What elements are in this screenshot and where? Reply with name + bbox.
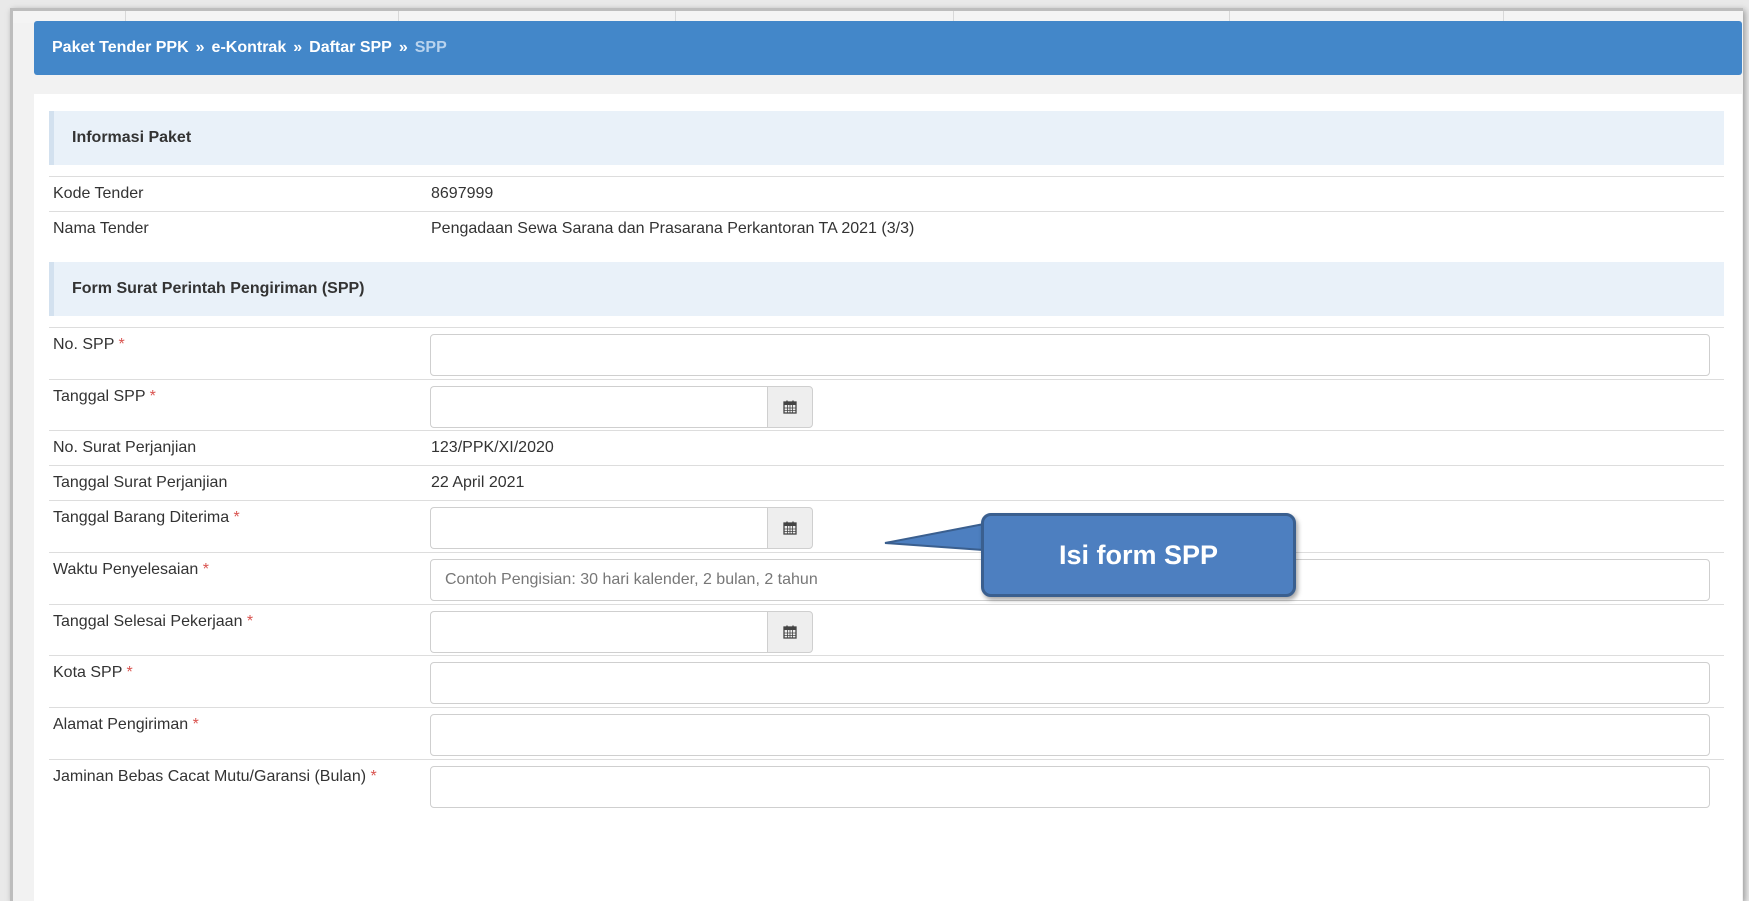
label-nama-tender: Nama Tender	[53, 220, 149, 237]
content-panel: Informasi Paket Kode Tender 8697999 Nama…	[34, 94, 1742, 901]
label-waktu-penyelesaian: Waktu Penyelesaian *	[53, 561, 209, 578]
tanggal-spp-calendar-button[interactable]	[767, 386, 813, 428]
tanggal-selesai-pekerjaan-calendar-button[interactable]	[767, 611, 813, 653]
label-tanggal-barang-diterima: Tanggal Barang Diterima *	[53, 509, 240, 526]
required-mark: *	[246, 613, 254, 630]
value-tanggal-surat-perjanjian: 22 April 2021	[431, 474, 525, 491]
kota-spp-input[interactable]	[430, 662, 1710, 704]
label-no-surat-perjanjian: No. Surat Perjanjian	[53, 439, 197, 456]
required-mark: *	[118, 336, 125, 353]
tanggal-spp-input[interactable]	[430, 386, 768, 428]
callout-text: Isi form SPP	[1058, 539, 1219, 570]
required-mark: *	[202, 561, 209, 578]
row-jaminan-garansi: Jaminan Bebas Cacat Mutu/Garansi (Bulan)…	[49, 759, 1724, 811]
row-alamat-pengiriman: Alamat Pengiriman *	[49, 707, 1724, 759]
label-tanggal-selesai-pekerjaan: Tanggal Selesai Pekerjaan *	[53, 613, 254, 630]
section-form-spp: Form Surat Perintah Pengiriman (SPP)	[49, 262, 1724, 316]
tanggal-barang-diterima-calendar-button[interactable]	[767, 507, 813, 549]
label-no-spp: No. SPP *	[53, 336, 125, 353]
label-tanggal-surat-perjanjian: Tanggal Surat Perjanjian	[53, 474, 228, 491]
alamat-pengiriman-input[interactable]	[430, 714, 1710, 756]
breadcrumb-current-spp: SPP	[414, 39, 447, 56]
row-tanggal-spp: Tanggal SPP *	[49, 379, 1724, 430]
breadcrumb-e-kontrak[interactable]: e-Kontrak	[212, 39, 287, 57]
label-kota-spp: Kota SPP *	[53, 664, 133, 681]
breadcrumb: Paket Tender PPK » e-Kontrak » Daftar SP…	[34, 21, 1742, 75]
required-mark: *	[192, 716, 199, 733]
required-mark: *	[126, 664, 133, 681]
tanggal-spp-datepicker	[430, 386, 813, 428]
breadcrumb-separator: »	[195, 39, 205, 56]
label-jaminan-garansi: Jaminan Bebas Cacat Mutu/Garansi (Bulan)…	[53, 768, 377, 785]
section-title: Informasi Paket	[72, 129, 192, 146]
tanggal-selesai-pekerjaan-input[interactable]	[430, 611, 768, 653]
row-no-surat-perjanjian: No. Surat Perjanjian 123/PPK/XI/2020	[49, 430, 1724, 465]
breadcrumb-separator: »	[293, 39, 303, 56]
value-kode-tender: 8697999	[431, 185, 494, 202]
required-mark: *	[370, 768, 377, 785]
tanggal-barang-diterima-datepicker	[430, 507, 813, 549]
breadcrumb-separator: »	[398, 39, 408, 56]
jaminan-garansi-input[interactable]	[430, 766, 1710, 808]
row-no-spp: No. SPP *	[49, 327, 1724, 379]
row-kode-tender: Kode Tender 8697999	[49, 176, 1724, 211]
row-tanggal-surat-perjanjian: Tanggal Surat Perjanjian 22 April 2021	[49, 465, 1724, 500]
calendar-icon	[783, 400, 797, 414]
section-informasi-paket: Informasi Paket	[49, 111, 1724, 165]
tanggal-selesai-pekerjaan-datepicker	[430, 611, 813, 653]
calendar-icon	[783, 521, 797, 535]
label-alamat-pengiriman: Alamat Pengiriman *	[53, 716, 199, 733]
app-window: Paket Tender PPK » e-Kontrak » Daftar SP…	[10, 8, 1743, 901]
no-spp-input[interactable]	[430, 334, 1710, 376]
value-nama-tender: Pengadaan Sewa Sarana dan Prasarana Perk…	[431, 220, 915, 237]
callout-isi-form-spp: Isi form SPP	[981, 513, 1296, 597]
required-mark: *	[233, 509, 240, 526]
section-title: Form Surat Perintah Pengiriman (SPP)	[72, 280, 365, 297]
breadcrumb-daftar-spp[interactable]: Daftar SPP	[309, 39, 392, 57]
row-kota-spp: Kota SPP *	[49, 655, 1724, 707]
tanggal-barang-diterima-input[interactable]	[430, 507, 768, 549]
label-kode-tender: Kode Tender	[53, 185, 144, 202]
label-tanggal-spp: Tanggal SPP *	[53, 388, 156, 405]
callout-pointer	[884, 522, 985, 552]
calendar-icon	[783, 625, 797, 639]
row-nama-tender: Nama Tender Pengadaan Sewa Sarana dan Pr…	[49, 211, 1724, 246]
value-no-surat-perjanjian: 123/PPK/XI/2020	[431, 439, 554, 456]
row-tanggal-selesai-pekerjaan: Tanggal Selesai Pekerjaan *	[49, 604, 1724, 655]
required-mark: *	[149, 388, 156, 405]
breadcrumb-paket-tender-ppk[interactable]: Paket Tender PPK	[52, 39, 189, 57]
